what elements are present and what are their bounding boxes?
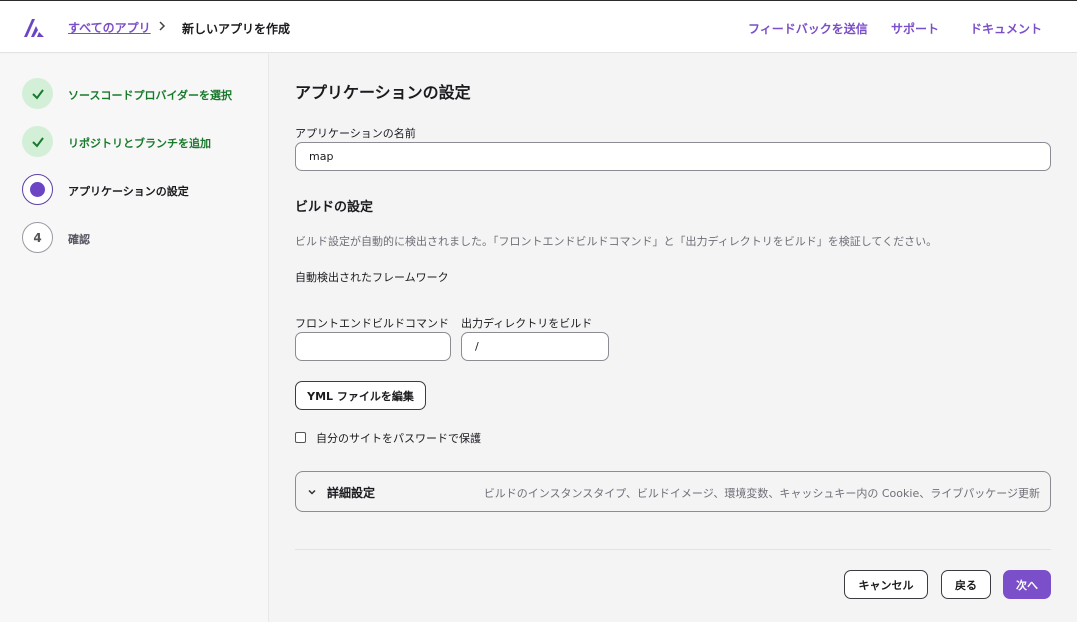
check-icon [31, 136, 44, 148]
footer-divider [295, 549, 1051, 550]
step-status-done [22, 78, 53, 109]
step-status-current [22, 174, 53, 205]
documentation-link[interactable]: ドキュメント [970, 20, 1042, 37]
step-label: 確認 [68, 233, 90, 246]
app-name-input[interactable]: map [295, 142, 1051, 171]
step-source-provider[interactable]: ソースコードプロバイダーを選択 [22, 78, 262, 110]
password-protect-checkbox[interactable] [295, 432, 306, 443]
main-content: アプリケーションの設定 アプリケーションの名前 map ビルドの設定 ビルド設定… [270, 54, 1077, 622]
step-app-settings[interactable]: アプリケーションの設定 [22, 174, 262, 206]
step-status-done [22, 126, 53, 157]
output-directory-label: 出力ディレクトリをビルド [461, 317, 593, 330]
step-label: ソースコードプロバイダーを選択 [68, 89, 233, 102]
chevron-right-icon [159, 21, 166, 31]
output-directory-input[interactable]: / [461, 332, 609, 361]
cancel-button[interactable]: キャンセル [844, 570, 928, 599]
step-number: 4 [22, 222, 53, 253]
app-name-label: アプリケーションの名前 [295, 127, 416, 140]
frontend-build-command-label: フロントエンドビルドコマンド [295, 317, 449, 330]
advanced-settings-accordion[interactable]: 詳細設定 ビルドのインスタンスタイプ、ビルドイメージ、環境変数、キャッシュキー内… [295, 471, 1051, 512]
step-review[interactable]: 4 確認 [22, 222, 262, 254]
build-settings-title: ビルドの設定 [295, 200, 374, 215]
advanced-settings-title: 詳細設定 [327, 486, 376, 500]
wizard-steps-sidebar: ソースコードプロバイダーを選択 リポジトリとブランチを追加 アプリケーションの設… [0, 54, 269, 622]
step-label: リポジトリとブランチを追加 [68, 137, 211, 150]
breadcrumb-all-apps-link[interactable]: すべてのアプリ [68, 19, 151, 36]
advanced-settings-description: ビルドのインスタンスタイプ、ビルドイメージ、環境変数、キャッシュキー内の Coo… [483, 487, 1040, 500]
frontend-build-command-input[interactable] [295, 332, 451, 361]
breadcrumb-current: 新しいアプリを作成 [182, 22, 291, 36]
password-protect-label[interactable]: 自分のサイトをパスワードで保護 [316, 430, 481, 446]
check-icon [31, 88, 44, 100]
back-button[interactable]: 戻る [941, 570, 991, 599]
step-label: アプリケーションの設定 [68, 185, 189, 198]
next-button[interactable]: 次へ [1003, 570, 1051, 599]
detected-framework-label: 自動検出されたフレームワーク [295, 271, 449, 284]
top-header: すべてのアプリ 新しいアプリを作成 フィードバックを送信 サポート ドキュメント [0, 0, 1077, 53]
edit-yml-button[interactable]: YML ファイルを編集 [295, 381, 426, 410]
support-link[interactable]: サポート [891, 20, 939, 37]
page-title: アプリケーションの設定 [295, 83, 471, 102]
build-settings-description: ビルド設定が自動的に検出されました。「フロントエンドビルドコマンド」と「出力ディ… [295, 235, 938, 248]
chevron-down-icon [308, 489, 316, 495]
step-repo-branch[interactable]: リポジトリとブランチを追加 [22, 126, 262, 158]
feedback-link[interactable]: フィードバックを送信 [748, 20, 868, 37]
amplify-logo-icon[interactable] [22, 17, 46, 38]
current-step-dot-icon [30, 182, 45, 197]
